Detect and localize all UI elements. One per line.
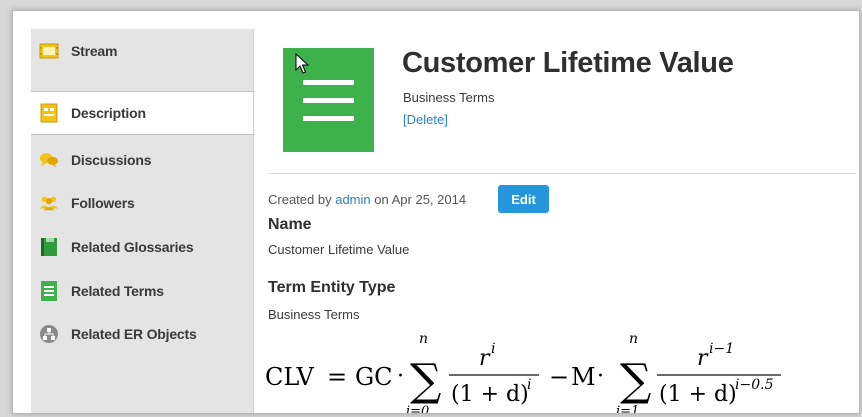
created-by-user-link[interactable]: admin [335,192,370,207]
divider [268,173,856,174]
delete-link[interactable]: [Delete] [403,112,448,127]
clv-formula: CLV = GC · n ∑ i=0 r i (1 + d) i − M · n… [265,331,781,413]
discussions-icon [39,150,59,170]
equals-sign: = [327,363,347,391]
sum1-upper: n [419,331,428,347]
dot-operator: · [397,364,404,389]
formula-m: M [571,363,596,391]
name-value: Customer Lifetime Value [268,242,410,257]
er-objects-icon [39,324,59,344]
sum2-sigma: ∑ [620,355,651,406]
followers-icon [39,193,59,213]
sidebar-item-related-er-objects[interactable]: Related ER Objects [31,312,253,356]
divider [253,29,254,413]
sidebar-item-label: Description [71,105,146,121]
sum2-lower: i=1 [616,404,639,413]
frac2-num: r [697,346,709,371]
frac2-den-exp: i−0.5 [735,377,774,393]
created-prefix: Created by [268,192,332,207]
dot-operator: · [597,364,604,389]
sum2-upper: n [629,331,638,347]
sidebar-item-label: Followers [71,195,135,211]
frac1-den-exp: i [527,377,531,393]
page-title: Customer Lifetime Value [402,47,734,79]
term-category: Business Terms [403,90,495,105]
frac1-num-exp: i [491,341,495,357]
term-entity-type-heading: Term Entity Type [268,279,396,296]
created-date: on Apr 25, 2014 [374,192,467,207]
minus-sign: − [549,363,569,391]
frac1-num: r [479,346,491,371]
formula-lhs: CLV [265,363,314,391]
glossaries-icon [39,237,59,257]
stream-icon [39,41,59,61]
description-icon [39,103,59,123]
sidebar-item-stream[interactable]: Stream [31,29,253,73]
terms-icon [39,281,59,301]
frac2-den: (1 + d) [659,382,737,407]
sidebar-item-label: Related ER Objects [71,326,197,342]
sidebar-item-related-glossaries[interactable]: Related Glossaries [31,225,253,269]
frac2-num-exp: i−1 [709,341,734,357]
sidebar-item-label: Stream [71,43,118,59]
sidebar-item-description[interactable]: Description [31,91,255,135]
sidebar-item-label: Related Terms [71,283,164,299]
sidebar: Stream Description Discussions Followers [31,29,255,413]
name-heading: Name [268,216,312,233]
term-entity-type-value: Business Terms [268,307,360,322]
frac1-den: (1 + d) [451,382,529,407]
sidebar-item-followers[interactable]: Followers [31,181,253,225]
sidebar-item-label: Related Glossaries [71,239,194,255]
sidebar-item-discussions[interactable]: Discussions [31,138,253,182]
sidebar-item-related-terms[interactable]: Related Terms [31,269,253,313]
sidebar-item-label: Discussions [71,152,152,168]
created-info: Created by admin on Apr 25, 2014 [268,192,466,207]
edit-button[interactable]: Edit [498,185,549,213]
mouse-cursor-icon [295,53,309,74]
formula-gc: GC [355,363,393,391]
list-line [303,80,354,85]
list-line [303,116,354,121]
list-line [303,98,354,103]
sum1-lower: i=0 [406,404,429,413]
app-window: Stream Description Discussions Followers [12,10,860,414]
sum1-sigma: ∑ [410,355,441,406]
